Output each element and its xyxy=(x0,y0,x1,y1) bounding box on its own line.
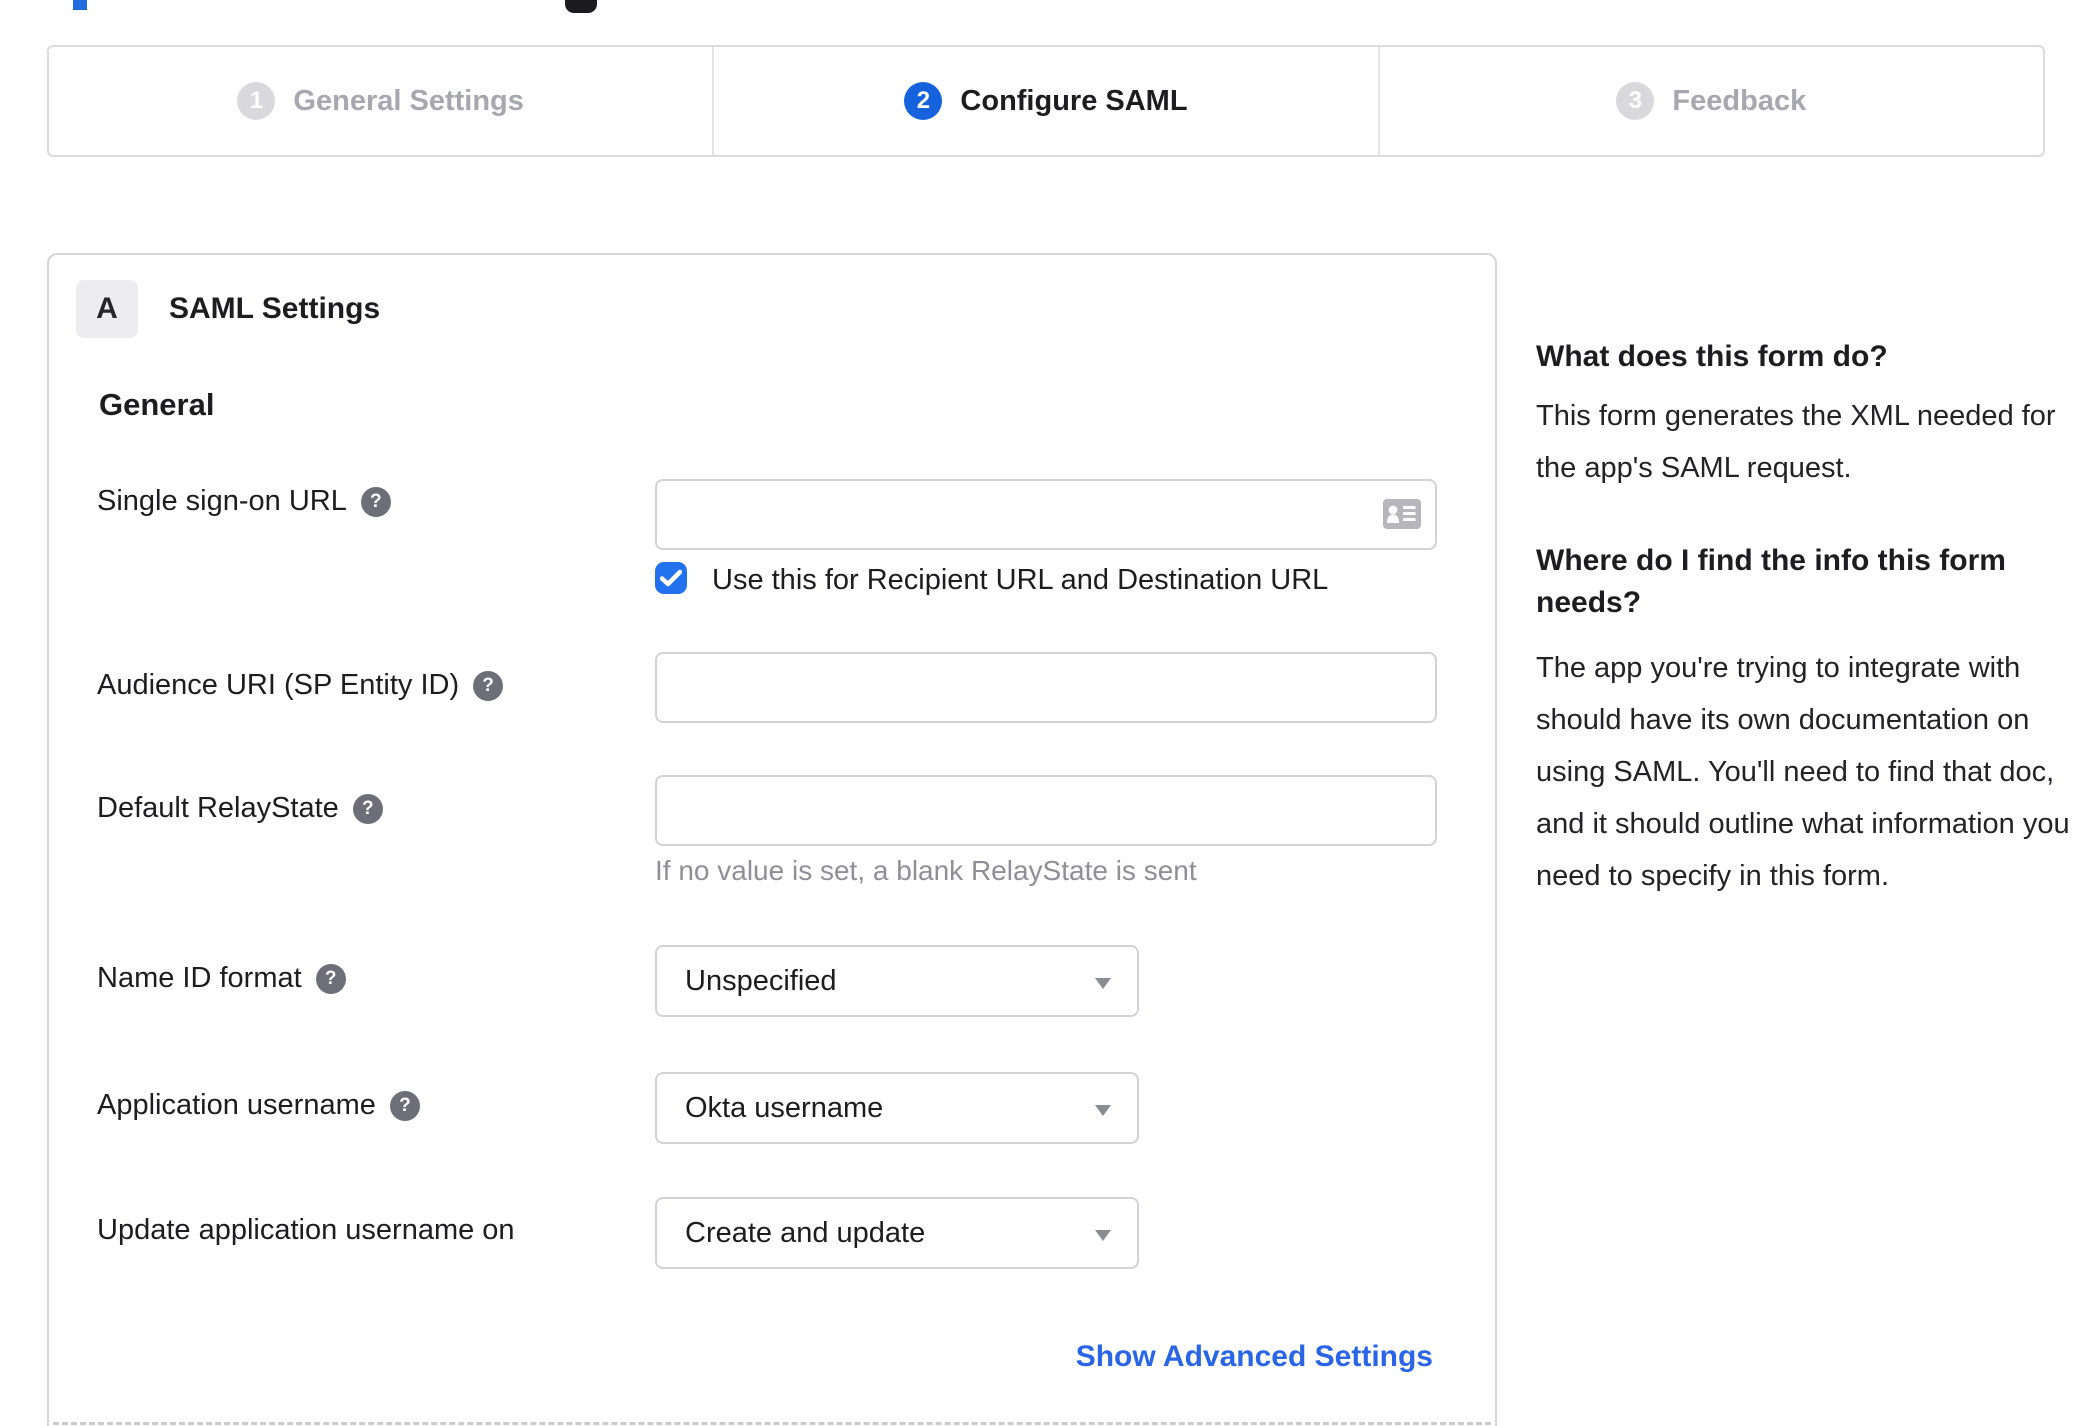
update-username-label: Update application username on xyxy=(97,1214,515,1246)
help-icon[interactable]: ? xyxy=(352,793,383,824)
recipient-url-checkbox-label: Use this for Recipient URL and Destinati… xyxy=(712,564,1329,596)
show-advanced-settings-link[interactable]: Show Advanced Settings xyxy=(1076,1340,1433,1374)
sso-url-input[interactable] xyxy=(655,479,1437,550)
sso-url-label: Single sign-on URL xyxy=(97,485,347,517)
relay-state-label: Default RelayState xyxy=(97,792,339,824)
step-1-label: General Settings xyxy=(293,84,524,117)
general-section-heading: General xyxy=(99,387,215,422)
step-3-label: Feedback xyxy=(1672,84,1807,117)
step-2-number-badge: 2 xyxy=(904,82,943,120)
audience-uri-label: Audience URI (SP Entity ID) xyxy=(97,669,460,701)
app-username-label-row: Application username ? xyxy=(97,1089,420,1122)
sso-url-input-wrap xyxy=(655,479,1437,550)
dashed-section-divider xyxy=(53,1422,1491,1425)
dropdown-arrow-icon xyxy=(1095,978,1111,989)
saml-setup-page: 1 General Settings 2 Configure SAML 3 Fe… xyxy=(0,0,2092,1426)
sidebar-question-2: Where do I find the info this form needs… xyxy=(1536,544,2006,619)
cutoff-app-logo-fragment xyxy=(565,0,597,13)
step-general-settings[interactable]: 1 General Settings xyxy=(49,47,712,155)
sso-url-label-row: Single sign-on URL ? xyxy=(97,485,391,518)
relay-state-label-row: Default RelayState ? xyxy=(97,792,383,825)
app-username-label: Application username xyxy=(97,1089,376,1121)
help-icon[interactable]: ? xyxy=(315,963,346,994)
step-configure-saml[interactable]: 2 Configure SAML xyxy=(712,47,1377,155)
sidebar-answer-1: This form generates the XML needed for t… xyxy=(1536,400,2056,484)
saml-settings-card: A SAML Settings General Single sign-on U… xyxy=(47,253,1497,1426)
sidebar-question-1: What does this form do? xyxy=(1536,340,1888,373)
sidebar-answer-2: The app you're trying to integrate with … xyxy=(1536,652,2070,892)
wizard-stepper: 1 General Settings 2 Configure SAML 3 Fe… xyxy=(47,45,2045,157)
app-username-value: Okta username xyxy=(685,1092,884,1124)
relay-state-hint: If no value is set, a blank RelayState i… xyxy=(655,855,1197,886)
name-id-format-label-row: Name ID format ? xyxy=(97,962,346,995)
name-id-format-select[interactable]: Unspecified xyxy=(655,945,1139,1017)
step-3-number-badge: 3 xyxy=(1616,82,1655,120)
name-id-format-label: Name ID format xyxy=(97,962,302,994)
contact-card-icon xyxy=(1383,499,1421,529)
audience-uri-label-row: Audience URI (SP Entity ID) ? xyxy=(97,669,504,702)
step-1-number-badge: 1 xyxy=(237,82,276,120)
audience-uri-input[interactable] xyxy=(655,652,1437,723)
help-icon[interactable]: ? xyxy=(389,1090,420,1121)
update-username-value: Create and update xyxy=(685,1217,926,1249)
relay-state-input[interactable] xyxy=(655,775,1437,846)
card-title: SAML Settings xyxy=(169,292,381,325)
cutoff-header-blue-fragment xyxy=(73,0,87,10)
help-icon[interactable]: ? xyxy=(360,486,391,517)
step-feedback[interactable]: 3 Feedback xyxy=(1377,47,2043,155)
name-id-format-value: Unspecified xyxy=(685,965,837,997)
update-username-select[interactable]: Create and update xyxy=(655,1197,1139,1269)
step-2-label: Configure SAML xyxy=(960,84,1188,117)
recipient-url-checkbox[interactable] xyxy=(655,562,687,594)
help-icon[interactable]: ? xyxy=(473,670,504,701)
update-username-label-row: Update application username on xyxy=(97,1214,515,1247)
section-a-badge: A xyxy=(76,280,138,338)
dropdown-arrow-icon xyxy=(1095,1105,1111,1116)
dropdown-arrow-icon xyxy=(1095,1230,1111,1241)
checkmark-icon xyxy=(660,569,682,587)
app-username-select[interactable]: Okta username xyxy=(655,1072,1139,1144)
